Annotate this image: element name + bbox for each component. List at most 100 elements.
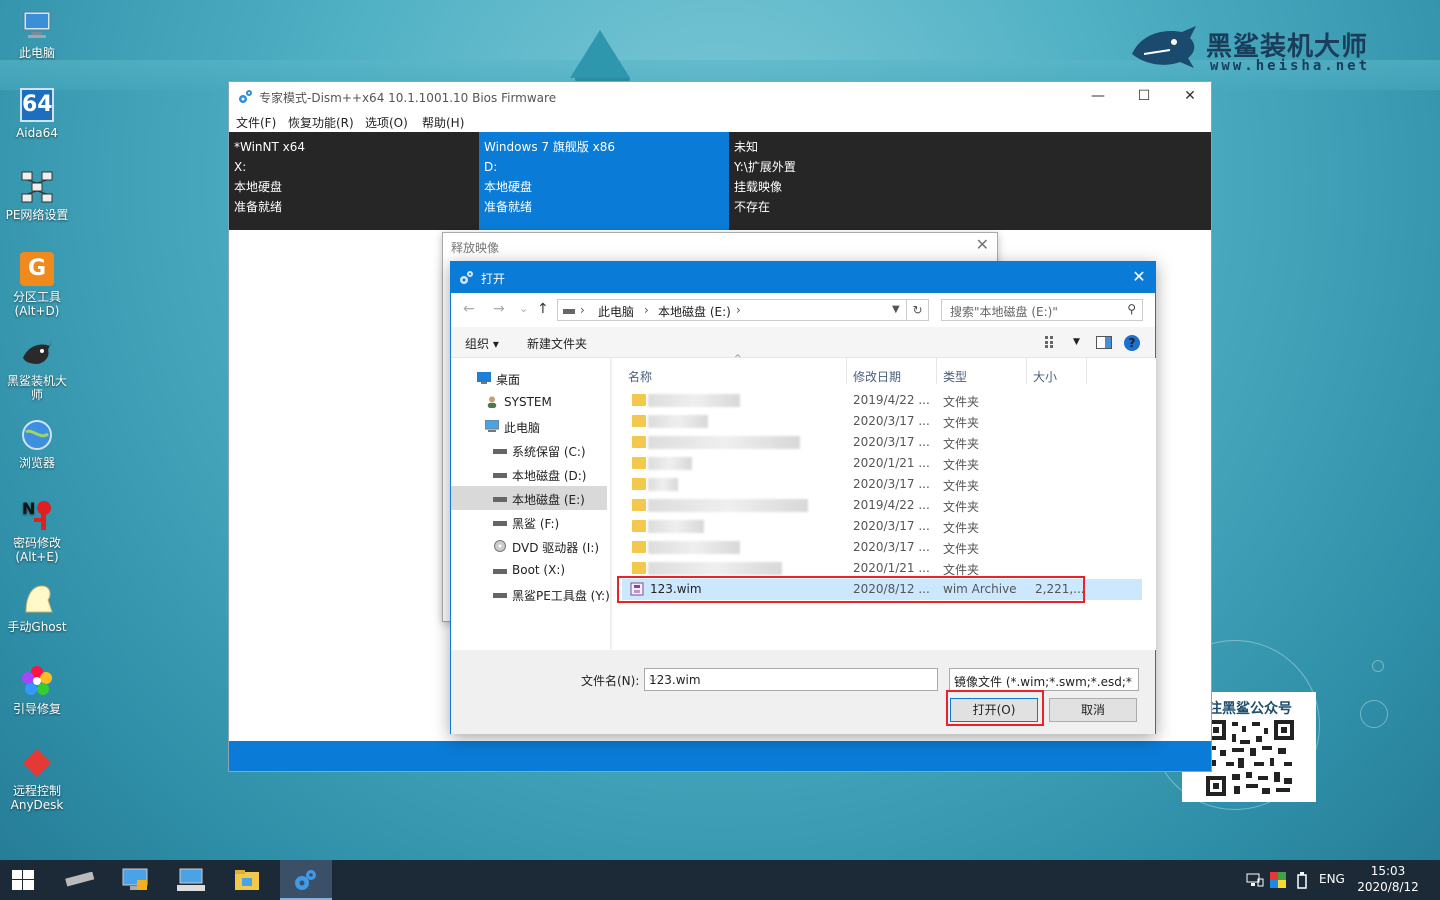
drive-icon: [493, 569, 507, 574]
start-button[interactable]: [0, 860, 50, 900]
search-box[interactable]: 搜索"本地磁盘 (E:)" ⚲: [941, 299, 1143, 321]
clock-time: 15:03: [1370, 864, 1406, 878]
open-dialog-close-button[interactable]: ✕: [1123, 262, 1155, 293]
gear-icon: [239, 90, 252, 103]
file-row[interactable]: 2020/3/17 ... 文件夹: [622, 474, 1142, 495]
menu-help[interactable]: 帮助(H): [422, 114, 464, 131]
maximize-button[interactable]: ☐: [1121, 82, 1167, 111]
filename-input[interactable]: 123.wim ⌵: [644, 668, 938, 691]
new-folder-button[interactable]: 新建文件夹: [527, 335, 587, 352]
desktop-icon-partition-tool[interactable]: G 分区工具 (Alt+D): [0, 252, 74, 318]
address-bar[interactable]: › 此电脑 › 本地磁盘 (E:) › ▼: [557, 299, 907, 321]
shark-logo-icon: [1132, 26, 1196, 68]
drive-icon: [493, 521, 507, 526]
network-icon[interactable]: [1246, 873, 1264, 887]
menu-recovery[interactable]: 恢复功能(R): [288, 114, 354, 131]
svg-text:N: N: [22, 499, 35, 518]
highlight-selected-file: [617, 576, 1085, 603]
chevron-down-icon[interactable]: ⌵: [649, 672, 933, 686]
desktop-icon-browser[interactable]: 浏览器: [0, 418, 74, 470]
file-row[interactable]: 2020/1/21 ... 文件夹: [622, 453, 1142, 474]
taskbar-dism[interactable]: [280, 860, 332, 900]
file-row[interactable]: 2019/4/22 ... 文件夹: [622, 390, 1142, 411]
taskbar-keyboard-tool[interactable]: [166, 860, 216, 900]
address-part-this-pc[interactable]: 此电脑: [598, 303, 634, 320]
filetype-select[interactable]: 镜像文件 (*.wim;*.swm;*.esd;* ⌵: [949, 668, 1139, 691]
nav-item-drive-d[interactable]: 本地磁盘 (D:): [451, 462, 607, 486]
folder-icon: [632, 562, 646, 574]
nav-item-dvd-i[interactable]: DVD 驱动器 (I:): [451, 534, 607, 558]
preview-pane-icon[interactable]: [1096, 336, 1112, 349]
os-panels: *WinNT x64 X: 本地硬盘 准备就绪 Windows 7 旗舰版 x8…: [229, 132, 1211, 230]
column-date[interactable]: 修改日期: [853, 368, 901, 385]
dialog-toolbar: 组织 ▾ 新建文件夹 ▼ ?: [451, 327, 1155, 358]
view-dropdown-icon[interactable]: ▼: [1073, 337, 1080, 347]
taskbar-file-explorer[interactable]: [222, 860, 272, 900]
os-panel-win7[interactable]: Windows 7 旗舰版 x86 D: 本地硬盘 准备就绪: [479, 132, 729, 230]
nav-item-drive-e[interactable]: 本地磁盘 (E:): [451, 486, 607, 510]
menu-file[interactable]: 文件(F): [236, 114, 276, 131]
cancel-button[interactable]: 取消: [1049, 698, 1137, 722]
file-row[interactable]: 2019/4/22 ... 文件夹: [622, 495, 1142, 516]
menu-options[interactable]: 选项(O): [365, 114, 408, 131]
nav-item-boot-x[interactable]: Boot (X:): [451, 558, 607, 582]
nav-item-this-pc[interactable]: 此电脑: [451, 414, 607, 438]
column-type[interactable]: 类型: [943, 368, 967, 385]
file-row[interactable]: 2020/3/17 ... 文件夹: [622, 411, 1142, 432]
desktop-icon-pe-network[interactable]: PE网络设置: [0, 170, 74, 222]
user-icon: [487, 396, 497, 408]
organize-button[interactable]: 组织 ▾: [465, 335, 499, 352]
nav-item-drive-y[interactable]: 黑鲨PE工具盘 (Y:): [451, 582, 610, 606]
os-panel-winnt[interactable]: *WinNT x64 X: 本地硬盘 准备就绪: [229, 132, 479, 230]
file-row[interactable]: 2020/3/17 ... 文件夹: [622, 432, 1142, 453]
desktop-icon-boot-repair[interactable]: 引导修复: [0, 664, 74, 716]
dvd-icon: [494, 540, 506, 552]
help-icon[interactable]: ?: [1124, 335, 1140, 351]
refresh-button[interactable]: ↻: [907, 299, 929, 321]
column-name[interactable]: 名称: [628, 368, 652, 385]
close-button[interactable]: ✕: [1167, 82, 1213, 111]
anydesk-icon: [22, 748, 52, 778]
desktop-icon-this-pc[interactable]: 此电脑: [0, 8, 74, 60]
address-part-drive-e[interactable]: 本地磁盘 (E:): [658, 303, 731, 320]
address-sep: ›: [644, 303, 649, 317]
taskbar-pc-tool[interactable]: [110, 860, 160, 900]
os-panel-unknown[interactable]: 未知 Y:\扩展外置 挂载映像 不存在: [729, 132, 979, 230]
nav-item-drive-c[interactable]: 系统保留 (C:): [451, 438, 607, 462]
chevron-down-icon[interactable]: ▼: [892, 304, 900, 315]
dism-status-bar: [229, 741, 1211, 771]
recent-locations-button[interactable]: ⌄: [519, 302, 528, 315]
desktop-icon-password[interactable]: N 密码修改 (Alt+E): [0, 498, 74, 564]
nav-item-desktop[interactable]: 桌面: [451, 366, 607, 390]
minimize-button[interactable]: —: [1075, 82, 1121, 111]
desktop-icon-heisha[interactable]: 黑鲨装机大 师: [0, 336, 74, 402]
release-dialog-title: 释放映像: [451, 241, 500, 255]
clock[interactable]: 15:03 2020/8/12: [1352, 863, 1424, 895]
nav-item-drive-f[interactable]: 黑鲨 (F:): [451, 510, 607, 534]
file-row[interactable]: 2020/3/17 ... 文件夹: [622, 516, 1142, 537]
desktop-icon-ghost[interactable]: 手动Ghost: [0, 582, 74, 634]
open-dialog-title-bar[interactable]: 打开 ✕: [451, 262, 1155, 293]
drive-icon: [493, 473, 507, 478]
usb-drive-icon[interactable]: [1296, 871, 1308, 889]
column-size[interactable]: 大小: [1033, 368, 1057, 385]
drive-icon: [493, 449, 507, 454]
folder-icon: [632, 436, 646, 448]
dism-title-bar[interactable]: 专家模式-Dism++x64 10.1.1001.10 Bios Firmwar…: [229, 82, 1211, 111]
view-options-icon[interactable]: [1045, 336, 1061, 348]
desktop-icon-aida64[interactable]: 64 Aida64: [0, 88, 74, 140]
gear-icon: [460, 271, 473, 284]
release-dialog-close-button[interactable]: ✕: [976, 235, 989, 254]
back-button[interactable]: ←: [463, 301, 475, 317]
up-button[interactable]: ↑: [537, 301, 549, 317]
file-row[interactable]: 2020/3/17 ... 文件夹: [622, 537, 1142, 558]
taskbar-ram-tool[interactable]: [54, 860, 104, 900]
desktop-icon-anydesk[interactable]: 远程控制 AnyDesk: [0, 746, 74, 812]
color-display-icon[interactable]: [1270, 872, 1286, 888]
qr-title: 注黑鲨公众号: [1208, 701, 1292, 717]
dialog-bottom: 文件名(N): 123.wim ⌵ 镜像文件 (*.wim;*.swm;*.es…: [451, 650, 1155, 734]
nav-item-system[interactable]: SYSTEM: [451, 390, 607, 414]
language-indicator[interactable]: ENG: [1319, 872, 1345, 886]
forward-button[interactable]: →: [493, 301, 505, 317]
computer-icon: [485, 420, 499, 432]
